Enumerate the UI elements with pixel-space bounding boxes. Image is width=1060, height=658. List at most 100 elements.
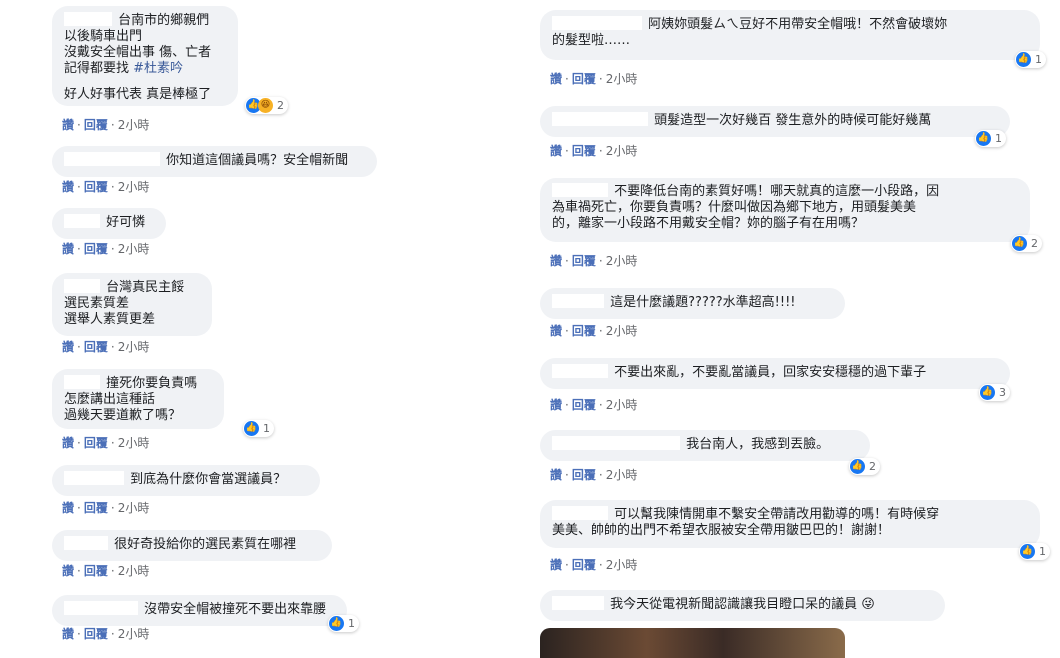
like-button[interactable]: 讚 — [62, 118, 74, 132]
timestamp[interactable]: 2小時 — [606, 558, 638, 572]
like-button[interactable]: 讚 — [62, 340, 74, 354]
reply-button[interactable]: 回覆 — [572, 72, 596, 86]
timestamp[interactable]: 2小時 — [118, 242, 150, 256]
reaction-summary[interactable]: 👍 3 — [979, 384, 1010, 401]
like-button[interactable]: 讚 — [550, 398, 562, 412]
reply-button[interactable]: 回覆 — [572, 144, 596, 158]
reaction-summary[interactable]: 👍 1 — [243, 420, 274, 437]
reaction-summary[interactable]: 👍 1 — [1015, 51, 1046, 68]
reaction-summary[interactable]: 👍 1 — [1019, 543, 1050, 560]
like-button[interactable]: 讚 — [62, 564, 74, 578]
commenter-name[interactable] — [552, 112, 648, 126]
comment-item: 撞死你要負責嗎 怎麼講出這種話 過幾天要道歉了嗎？ 👍 1 讚 · 回覆 · 2小時 — [52, 369, 274, 450]
reply-button[interactable]: 回覆 — [572, 558, 596, 572]
comment-text: 的，離家一小段路不用戴安全帽？妳的腦子有在用嗎？ — [552, 216, 865, 231]
comment-text: 不要出來亂，不要亂當議員，回家安安穩穩的過下輩子 — [614, 365, 927, 380]
reply-button[interactable]: 回覆 — [84, 564, 108, 578]
comment-actions: 讚 · 回覆 · 2小時 — [550, 254, 638, 268]
reaction-summary[interactable]: 👍 1 — [975, 130, 1006, 147]
timestamp[interactable]: 2小時 — [118, 627, 150, 641]
like-thumb-icon: 👍 — [244, 421, 259, 436]
comment-bubble: 不要出來亂，不要亂當議員，回家安安穩穩的過下輩子 👍 3 — [540, 358, 1010, 401]
like-button[interactable]: 讚 — [550, 254, 562, 268]
comment-bubble: 不要降低台南的素質好嗎！哪天就真的這麼一小段路，因 為車禍死亡，你要負責嗎？什麼… — [540, 178, 1042, 252]
timestamp[interactable]: 2小時 — [118, 340, 150, 354]
timestamp[interactable]: 2小時 — [606, 144, 638, 158]
commenter-name[interactable] — [64, 536, 108, 550]
commenter-name[interactable] — [552, 596, 604, 610]
commenter-name[interactable] — [64, 152, 160, 166]
timestamp[interactable]: 2小時 — [606, 254, 638, 268]
reply-button[interactable]: 回覆 — [84, 242, 108, 256]
comment-text: 台南市的鄉親們 — [118, 13, 210, 28]
reply-button[interactable]: 回覆 — [572, 324, 596, 338]
like-button[interactable]: 讚 — [62, 242, 74, 256]
commenter-name[interactable] — [552, 294, 604, 308]
reply-button[interactable]: 回覆 — [84, 627, 108, 641]
timestamp[interactable]: 2小時 — [118, 501, 150, 515]
commenter-name[interactable] — [64, 375, 100, 389]
comment-bubble: 我台南人，我感到丟臉。 👍 2 — [540, 430, 880, 475]
commenter-name[interactable] — [64, 12, 112, 26]
reaction-count: 1 — [995, 131, 1002, 145]
commenter-name[interactable] — [64, 471, 124, 485]
commenter-name[interactable] — [552, 436, 680, 450]
comment-item: 很好奇投給你的選民素質在哪裡 讚 · 回覆 · 2小時 — [52, 530, 332, 578]
timestamp[interactable]: 2小時 — [118, 180, 150, 194]
hashtag-link[interactable]: #杜素吟 — [133, 61, 183, 76]
reaction-summary[interactable]: 👍 2 — [849, 458, 880, 475]
reply-button[interactable]: 回覆 — [84, 340, 108, 354]
commenter-name[interactable] — [552, 16, 642, 30]
timestamp[interactable]: 2小時 — [606, 468, 638, 482]
comment-text: 過幾天要道歉了嗎？ — [64, 408, 182, 423]
like-button[interactable]: 讚 — [62, 627, 74, 641]
comment-actions: 讚 · 回覆 · 2小時 — [62, 564, 150, 578]
commenter-name[interactable] — [552, 183, 608, 197]
comment-text: 以後騎車出門 — [64, 29, 143, 44]
reply-button[interactable]: 回覆 — [84, 118, 108, 132]
commenter-name[interactable] — [64, 214, 100, 228]
haha-emoji-icon: 😆 — [258, 98, 273, 113]
reaction-summary[interactable]: 👍 1 — [328, 615, 359, 632]
like-thumb-icon: 👍 — [329, 616, 344, 631]
like-button[interactable]: 讚 — [550, 144, 562, 158]
timestamp[interactable]: 2小時 — [606, 72, 638, 86]
comment-item: 好可憐 讚 · 回覆 · 2小時 — [52, 208, 166, 256]
like-button[interactable]: 讚 — [62, 501, 74, 515]
timestamp[interactable]: 2小時 — [606, 398, 638, 412]
like-button[interactable]: 讚 — [550, 72, 562, 86]
like-button[interactable]: 讚 — [550, 468, 562, 482]
like-button[interactable]: 讚 — [550, 324, 562, 338]
comment-actions: 讚 · 回覆 · 2小時 — [62, 501, 150, 515]
timestamp[interactable]: 2小時 — [606, 324, 638, 338]
comment-actions: 讚 · 回覆 · 2小時 — [62, 436, 150, 450]
reply-button[interactable]: 回覆 — [572, 254, 596, 268]
reaction-count: 2 — [277, 98, 284, 112]
reaction-summary[interactable]: 👍 😆 2 — [245, 97, 288, 114]
comment-text: 可以幫我陳情開車不繫安全帶請改用勸導的嗎！有時候穿 — [614, 507, 940, 522]
comment-text: 美美、帥帥的出門不希望衣服被安全帶用皺巴巴的！謝謝！ — [552, 523, 891, 538]
timestamp[interactable]: 2小時 — [118, 118, 150, 132]
commenter-name[interactable] — [552, 364, 608, 378]
comment-text: 台灣真民主餒 — [106, 280, 185, 295]
comment-item: 沒帶安全帽被撞死不要出來靠腰 👍 1 讚 · 回覆 · 2小時 — [52, 595, 359, 641]
reaction-summary[interactable]: 👍 2 — [1011, 235, 1042, 252]
like-button[interactable]: 讚 — [550, 558, 562, 572]
comment-bubble: 撞死你要負責嗎 怎麼講出這種話 過幾天要道歉了嗎？ 👍 1 — [52, 369, 274, 437]
reply-button[interactable]: 回覆 — [84, 436, 108, 450]
reply-button[interactable]: 回覆 — [572, 468, 596, 482]
reply-button[interactable]: 回覆 — [84, 180, 108, 194]
reply-button[interactable]: 回覆 — [84, 501, 108, 515]
comment-image-thumbnail[interactable] — [540, 628, 845, 658]
commenter-name[interactable] — [552, 506, 608, 520]
commenter-name[interactable] — [64, 279, 100, 293]
reply-button[interactable]: 回覆 — [572, 398, 596, 412]
like-button[interactable]: 讚 — [62, 180, 74, 194]
commenter-name[interactable] — [64, 601, 138, 615]
timestamp[interactable]: 2小時 — [118, 564, 150, 578]
comment-actions: 讚 · 回覆 · 2小時 — [62, 118, 150, 132]
like-button[interactable]: 讚 — [62, 436, 74, 450]
timestamp[interactable]: 2小時 — [118, 436, 150, 450]
comment-bubble: 台南市的鄉親們 以後騎車出門 沒戴安全帽出事 傷、亡者 記得都要找 #杜素吟 好… — [52, 6, 288, 114]
comment-text: 我台南人，我感到丟臉。 — [686, 437, 830, 452]
